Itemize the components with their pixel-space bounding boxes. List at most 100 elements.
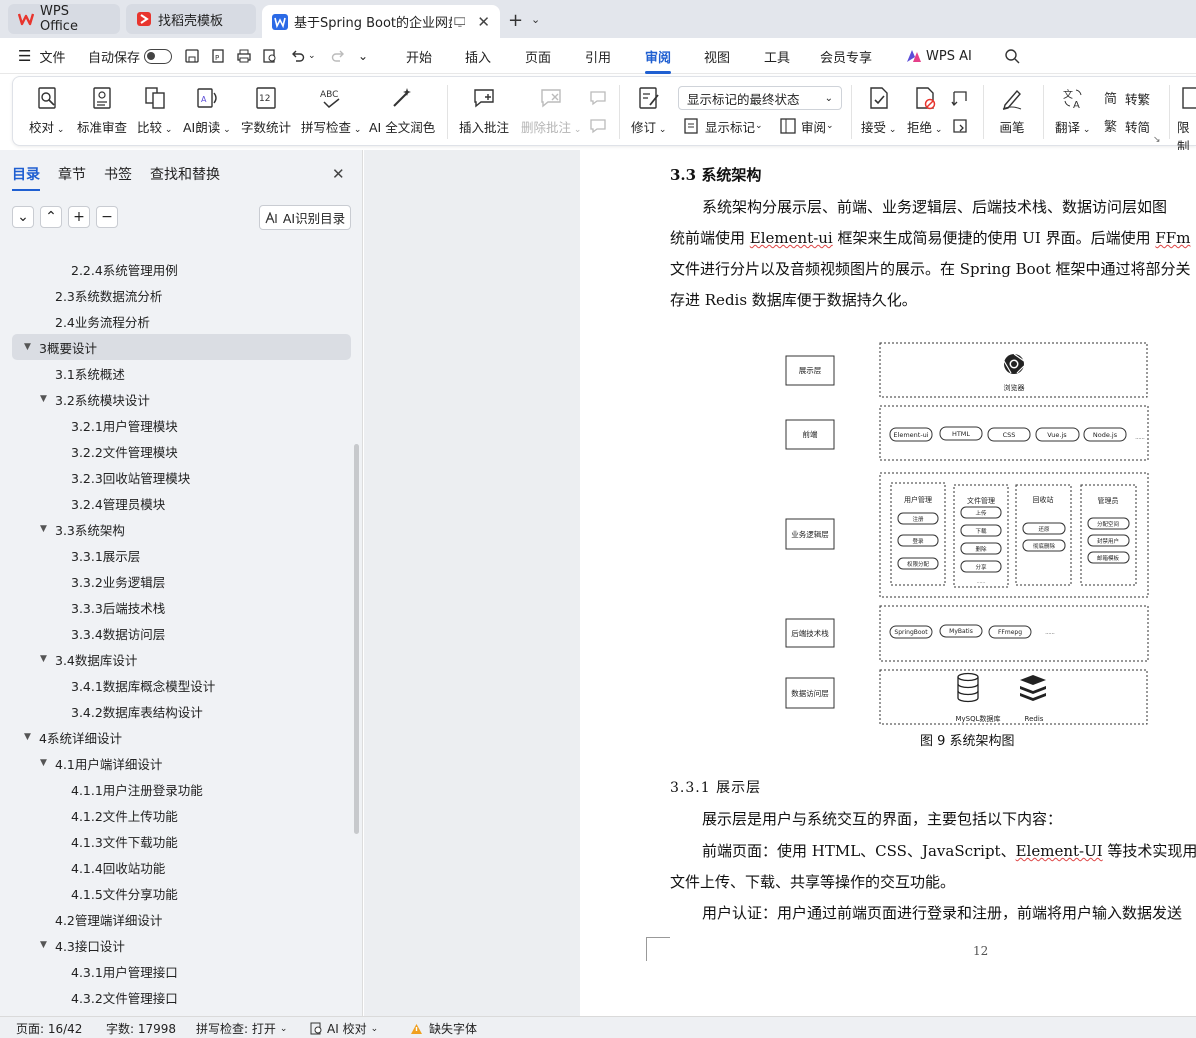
previous-comment-icon[interactable] xyxy=(589,87,611,109)
standard-review-button[interactable]: 标准审查 xyxy=(77,85,127,136)
restrict-editing-button[interactable]: 限制 xyxy=(1177,85,1196,155)
ai-read-button[interactable]: A AI朗读 ⌄ xyxy=(183,85,231,136)
menu-tools[interactable]: 工具 xyxy=(764,38,790,74)
quick-access-chevron-icon[interactable]: ⌄ xyxy=(358,38,368,74)
collapse-up-button[interactable]: ⌃ xyxy=(40,206,62,228)
toc-item[interactable]: 3.2.2文件管理模块 xyxy=(0,438,352,464)
close-pane-icon[interactable]: ✕ xyxy=(332,165,345,183)
menu-page[interactable]: 页面 xyxy=(525,38,551,74)
spell-check-button[interactable]: ABC 拼写检查 ⌄ xyxy=(301,85,361,136)
toggle-switch[interactable] xyxy=(144,48,173,64)
review-pane-button[interactable]: 审阅 ⌄ xyxy=(779,115,834,137)
accept-button[interactable]: 接受 ⌄ xyxy=(861,85,896,136)
tab-document[interactable]: 基于Spring Boot的企业网盘 ✕ xyxy=(262,5,500,38)
toc-item[interactable]: 2.3系统数据流分析 xyxy=(0,282,352,308)
toc-item[interactable]: 3.4.2数据库表结构设计 xyxy=(0,698,352,724)
markup-state-select[interactable]: 显示标记的最终状态 ⌄ xyxy=(678,86,842,110)
toc-item[interactable]: ▼ 4.3接口设计 xyxy=(0,932,352,958)
translate-button[interactable]: 文A 翻译 ⌄ xyxy=(1055,85,1090,136)
ribbon-expand-icon[interactable]: ↘ xyxy=(1153,135,1161,145)
close-tab-icon[interactable]: ✕ xyxy=(477,13,490,31)
proofread-button[interactable]: 校对 ⌄ xyxy=(29,85,64,136)
word-count-indicator[interactable]: 字数: 17998 xyxy=(106,1020,176,1037)
wps-ai-menu[interactable]: WPS AI xyxy=(906,38,972,74)
toc-item[interactable]: 3.2.4管理员模块 xyxy=(0,490,352,516)
spell-check-status[interactable]: 拼写检查: 打开 ⌄ xyxy=(196,1020,287,1037)
toc-item[interactable]: 4.1.4回收站功能 xyxy=(0,854,352,880)
toc-item[interactable]: 3.3.2业务逻辑层 xyxy=(0,568,352,594)
toc-item[interactable]: 4.3.1用户管理接口 xyxy=(0,958,352,984)
toc-item[interactable]: 4.1.1用户注册登录功能 xyxy=(0,776,352,802)
toc-item[interactable]: 4.1.5文件分享功能 xyxy=(0,880,352,906)
track-changes-button[interactable]: 修订 ⌄ xyxy=(631,85,666,136)
save-icon[interactable] xyxy=(184,38,200,74)
show-markup-button[interactable]: 显示标记 ⌄ xyxy=(683,115,763,137)
tab-wps-office[interactable]: WPS Office xyxy=(8,4,120,34)
toc-item[interactable]: 3.1系统概述 xyxy=(0,360,352,386)
document-page[interactable]: 3.3 系统架构 系统架构分展示层、前端、业务逻辑层、后端技术栈、数据访问层如图… xyxy=(580,150,1196,1016)
print-preview-icon[interactable] xyxy=(262,38,278,74)
menu-review[interactable]: 审阅 xyxy=(645,38,672,74)
export-pdf-icon[interactable]: P xyxy=(210,38,226,74)
toc-item[interactable]: ▼ 3.2系统模块设计 xyxy=(0,386,352,412)
pen-button[interactable]: 画笔 xyxy=(999,85,1025,136)
toc-item[interactable]: 4.2管理端详细设计 xyxy=(0,906,352,932)
expand-arrow-icon[interactable]: ▼ xyxy=(24,342,31,352)
toc-item[interactable]: 3.2.1用户管理模块 xyxy=(0,412,352,438)
toc-item[interactable]: 3.3.1展示层 xyxy=(0,542,352,568)
to-simplified-button[interactable]: 繁 转简 xyxy=(1103,115,1150,137)
redo-icon[interactable] xyxy=(330,38,346,74)
file-menu[interactable]: ☰ 文件 xyxy=(18,38,65,74)
tab-bookmarks[interactable]: 书签 xyxy=(104,164,132,184)
tab-docer[interactable]: 找稻壳模板 xyxy=(126,4,256,34)
add-heading-button[interactable]: + xyxy=(68,206,90,228)
menu-member[interactable]: 会员专享 xyxy=(820,38,872,74)
toc-item[interactable]: 3.2.3回收站管理模块 xyxy=(0,464,352,490)
menu-view[interactable]: 视图 xyxy=(704,38,730,74)
expand-arrow-icon[interactable]: ▼ xyxy=(40,654,47,664)
expand-down-button[interactable]: ⌄ xyxy=(12,206,34,228)
expand-arrow-icon[interactable]: ▼ xyxy=(40,524,47,534)
tab-list-chevron-icon[interactable]: ⌄ xyxy=(531,13,540,26)
remove-heading-button[interactable]: − xyxy=(96,206,118,228)
toc-item[interactable]: ▼ 4.1用户端详细设计 xyxy=(0,750,352,776)
next-comment-icon[interactable] xyxy=(589,115,611,137)
toc-scrollbar[interactable] xyxy=(354,444,359,834)
ai-proofread-status[interactable]: AI 校对 ⌄ xyxy=(310,1020,378,1037)
ai-polish-button[interactable]: AI 全文润色 xyxy=(369,85,435,136)
next-change-icon[interactable] xyxy=(951,115,973,137)
expand-arrow-icon[interactable]: ▼ xyxy=(24,732,31,742)
compare-button[interactable]: 比较 ⌄ xyxy=(137,85,172,136)
print-icon[interactable] xyxy=(236,38,252,74)
toc-item[interactable]: 2.2.4系统管理用例 xyxy=(0,256,352,282)
toc-item[interactable]: 3.3.3后端技术栈 xyxy=(0,594,352,620)
expand-arrow-icon[interactable]: ▼ xyxy=(40,940,47,950)
tab-chapters[interactable]: 章节 xyxy=(58,164,86,184)
tab-toc[interactable]: 目录 xyxy=(12,164,40,191)
expand-arrow-icon[interactable]: ▼ xyxy=(40,758,47,768)
undo-icon[interactable]: ⌄ xyxy=(290,38,316,74)
missing-font-status[interactable]: 缺失字体 xyxy=(410,1020,477,1037)
toc-item[interactable]: 2.4业务流程分析 xyxy=(0,308,352,334)
new-tab-icon[interactable]: + xyxy=(508,10,523,31)
toc-item[interactable]: 3.4.1数据库概念模型设计 xyxy=(0,672,352,698)
reject-button[interactable]: 拒绝 ⌄ xyxy=(907,85,942,136)
tab-find-replace[interactable]: 查找和替换 xyxy=(150,164,220,184)
toc-item[interactable]: ▼ 4系统详细设计 xyxy=(0,724,352,750)
toc-item[interactable]: 4.1.2文件上传功能 xyxy=(0,802,352,828)
toc-item[interactable]: ▼ 3.3系统架构 xyxy=(0,516,352,542)
word-count-button[interactable]: 12 字数统计 xyxy=(241,85,291,136)
toc-item[interactable]: 3.3.4数据访问层 xyxy=(0,620,352,646)
autosave-toggle[interactable]: 自动保存 xyxy=(88,38,173,74)
toc-item[interactable]: ▼ 3概要设计 xyxy=(12,334,351,360)
toc-item[interactable]: ▼ 3.4数据库设计 xyxy=(0,646,352,672)
search-icon[interactable] xyxy=(1004,38,1020,74)
menu-reference[interactable]: 引用 xyxy=(585,38,611,74)
toc-item[interactable]: 4.3.2文件管理接口 xyxy=(0,984,352,1010)
delete-comment-button[interactable]: 删除批注 ⌄ xyxy=(521,85,581,136)
insert-comment-button[interactable]: 插入批注 xyxy=(459,85,509,136)
menu-insert[interactable]: 插入 xyxy=(465,38,491,74)
ai-toc-button[interactable]: AI识别目录 xyxy=(259,205,351,230)
to-traditional-button[interactable]: 简 转繁 xyxy=(1103,87,1150,109)
toc-item[interactable]: 4.1.3文件下载功能 xyxy=(0,828,352,854)
